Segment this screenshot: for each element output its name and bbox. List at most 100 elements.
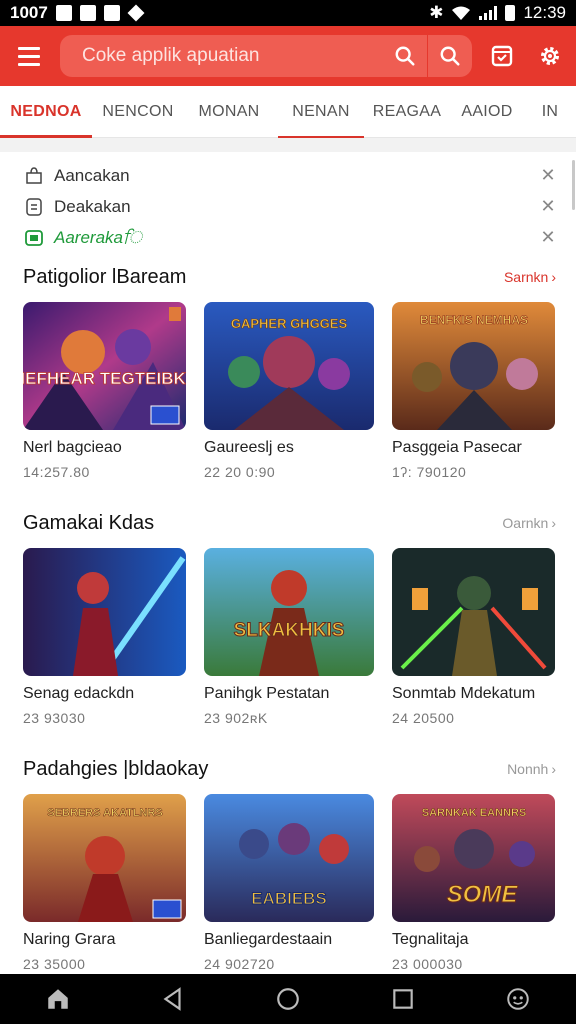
see-more-link[interactable]: Nonnh › [507, 761, 556, 777]
game-thumbnail: NEFHEAR TEGTEIBKY [23, 302, 186, 430]
battery-icon [505, 5, 516, 21]
voice-search-icon[interactable] [428, 35, 472, 77]
category-tabs: NEDNOA NENCON MONAN NENAN REAGAA AAIOD I… [0, 86, 576, 138]
status-bar: 1007 ✱ 12:39 [0, 0, 576, 26]
game-card[interactable]: SARNKAK EANNRS SOME Tegnalitaja 23 00003… [392, 794, 555, 972]
bluetooth-icon: ✱ [429, 3, 444, 22]
card-meta: 22 20 0:90 [204, 464, 276, 480]
navigation-bar [0, 974, 576, 1024]
chevron-right-icon: › [551, 269, 556, 285]
my-apps-icon[interactable] [478, 26, 526, 86]
status-time: 12:39 [523, 3, 566, 22]
card-art-text: EABIEBS [251, 889, 327, 908]
section-gap [0, 138, 576, 152]
card-row: NEFHEAR TEGTEIBKY Nerl bagcieao 14:257.8… [0, 302, 576, 480]
back-icon[interactable] [143, 974, 203, 1024]
card-meta: 23 902ʀK [204, 710, 268, 726]
card-row: Senag edackdn 23 93030 SLKAKHKIS Panihgk… [0, 548, 576, 726]
card-title: Panihgk Pestatan [204, 685, 330, 702]
search-icon[interactable] [383, 35, 427, 77]
chevron-right-icon: › [551, 761, 556, 777]
recent-list: Aancakan ✕ Deakakan ✕ Aarerakaਿ ✕ [0, 160, 576, 253]
game-card[interactable]: EABIEBS Banliegardestaain 24 902720 [204, 794, 374, 972]
card-title: Sonmtab Mdekatum [392, 685, 536, 702]
tab-nednoa[interactable]: NEDNOA [0, 86, 92, 138]
recent-item[interactable]: Aarerakaਿ ✕ [0, 222, 576, 253]
menu-icon[interactable] [0, 26, 58, 86]
section-header: Padahgies |bldaokay Nonnh › [0, 752, 576, 786]
signal-icon [479, 6, 498, 20]
card-title: Tegnalitaja [392, 931, 469, 948]
game-card[interactable]: NEFHEAR TEGTEIBKY Nerl bagcieao 14:257.8… [23, 302, 186, 480]
card-art-text: NEFHEAR TEGTEIBKY [23, 369, 186, 388]
see-more-label: Oarnkn [502, 515, 549, 531]
chevron-right-icon: › [551, 515, 556, 531]
section-header: Patigolior lBaream Sarnkn › [0, 260, 576, 294]
check-notification-icon [79, 5, 96, 21]
card-meta: 24 20500 [392, 710, 455, 726]
game-thumbnail: BENFKIS NEMHAS [392, 302, 555, 430]
game-thumbnail: SEBRERS AKATLNRS [23, 794, 186, 922]
tab-in[interactable]: IN [524, 86, 576, 138]
recent-item[interactable]: Aancakan ✕ [0, 160, 576, 191]
tab-monan[interactable]: MONAN [184, 86, 274, 138]
card-title: Senag edackdn [23, 685, 135, 702]
tab-nencon[interactable]: NENCON [92, 86, 184, 138]
section-title: Padahgies |bldaokay [23, 757, 209, 780]
tab-nenan[interactable]: NENAN [278, 86, 364, 138]
card-art-text: SLKAKHKIS [234, 620, 345, 641]
search-input[interactable] [60, 35, 383, 77]
card-meta: 24 902720 [204, 956, 275, 972]
card-art-text: BENFKIS NEMHAS [420, 313, 528, 327]
home-circle-icon[interactable] [258, 974, 318, 1024]
home-icon[interactable] [28, 974, 88, 1024]
card-title: Naring Grara [23, 931, 116, 948]
app-notification-icon [127, 4, 145, 22]
app-store-icon [24, 228, 44, 248]
card-meta: 23 35000 [23, 956, 86, 972]
see-more-label: Nonnh [507, 761, 549, 777]
close-icon[interactable]: ✕ [536, 164, 560, 188]
section-title: Patigolior lBaream [23, 265, 187, 288]
svg-text:SARNKAK EANNRS: SARNKAK EANNRS [422, 807, 527, 819]
recent-item-label: Deakakan [54, 196, 131, 216]
section-featured: Patigolior lBaream Sarnkn› NEFHEAR TEGTE… [0, 260, 576, 480]
game-card[interactable]: SLKAKHKIS Panihgk Pestatan 23 902ʀK [204, 548, 374, 726]
game-card[interactable]: Sonmtab Mdekatum 24 20500 [392, 548, 555, 726]
tab-reagaa[interactable]: REAGAA [364, 86, 450, 138]
settings-icon[interactable] [526, 26, 574, 86]
recent-item-label: Aancakan [54, 165, 130, 185]
recent-item[interactable]: Deakakan ✕ [0, 191, 576, 222]
card-art-text: GAPHER GHGGES [231, 316, 348, 331]
card-meta: 14:257.80 [23, 464, 90, 480]
section-title: Gamakai Kdas [23, 511, 155, 534]
card-title: Gaureeslj es [204, 439, 294, 456]
card-art-text: SEBRERS AKATLNRS [47, 807, 163, 819]
card-title: Nerl bagcieao [23, 439, 122, 456]
recents-icon[interactable] [373, 974, 433, 1024]
card-meta: 1ʔ: 790120 [392, 464, 467, 480]
see-more-link[interactable]: Oarnkn › [502, 515, 556, 531]
game-card[interactable]: BENFKIS NEMHAS Pasggeia Pasecar 1ʔ: 7901… [392, 302, 555, 480]
game-card[interactable]: GAPHER GHGGES Gaureeslj es 22 20 0:90 [204, 302, 374, 480]
document-icon [24, 197, 44, 217]
game-thumbnail: SARNKAK EANNRS SOME [392, 794, 555, 922]
status-left-text: 1007 [10, 3, 48, 22]
status-left: 1007 [10, 3, 145, 23]
see-more-link[interactable]: Sarnkn › [504, 269, 556, 285]
close-icon[interactable]: ✕ [536, 195, 560, 219]
mail-notification-icon [103, 5, 120, 21]
section-header: Gamakai Kdas Oarnkn › [0, 506, 576, 540]
assistant-icon[interactable] [488, 974, 548, 1024]
game-thumbnail [392, 548, 555, 676]
tab-aaiod[interactable]: AAIOD [450, 86, 524, 138]
game-card[interactable]: SEBRERS AKATLNRS Naring Grara 23 35000 [23, 794, 186, 972]
card-art-text: SOME [447, 881, 519, 908]
close-icon[interactable]: ✕ [536, 226, 560, 250]
recent-item-label: Aarerakaਿ [54, 227, 143, 247]
game-thumbnail: EABIEBS [204, 794, 374, 922]
game-thumbnail [23, 548, 186, 676]
section-popular: Padahgies |bldaokay Nonnh › SEBRERS AKATL… [0, 752, 576, 972]
game-card[interactable]: Senag edackdn 23 93030 [23, 548, 186, 726]
app-bar [0, 26, 576, 86]
